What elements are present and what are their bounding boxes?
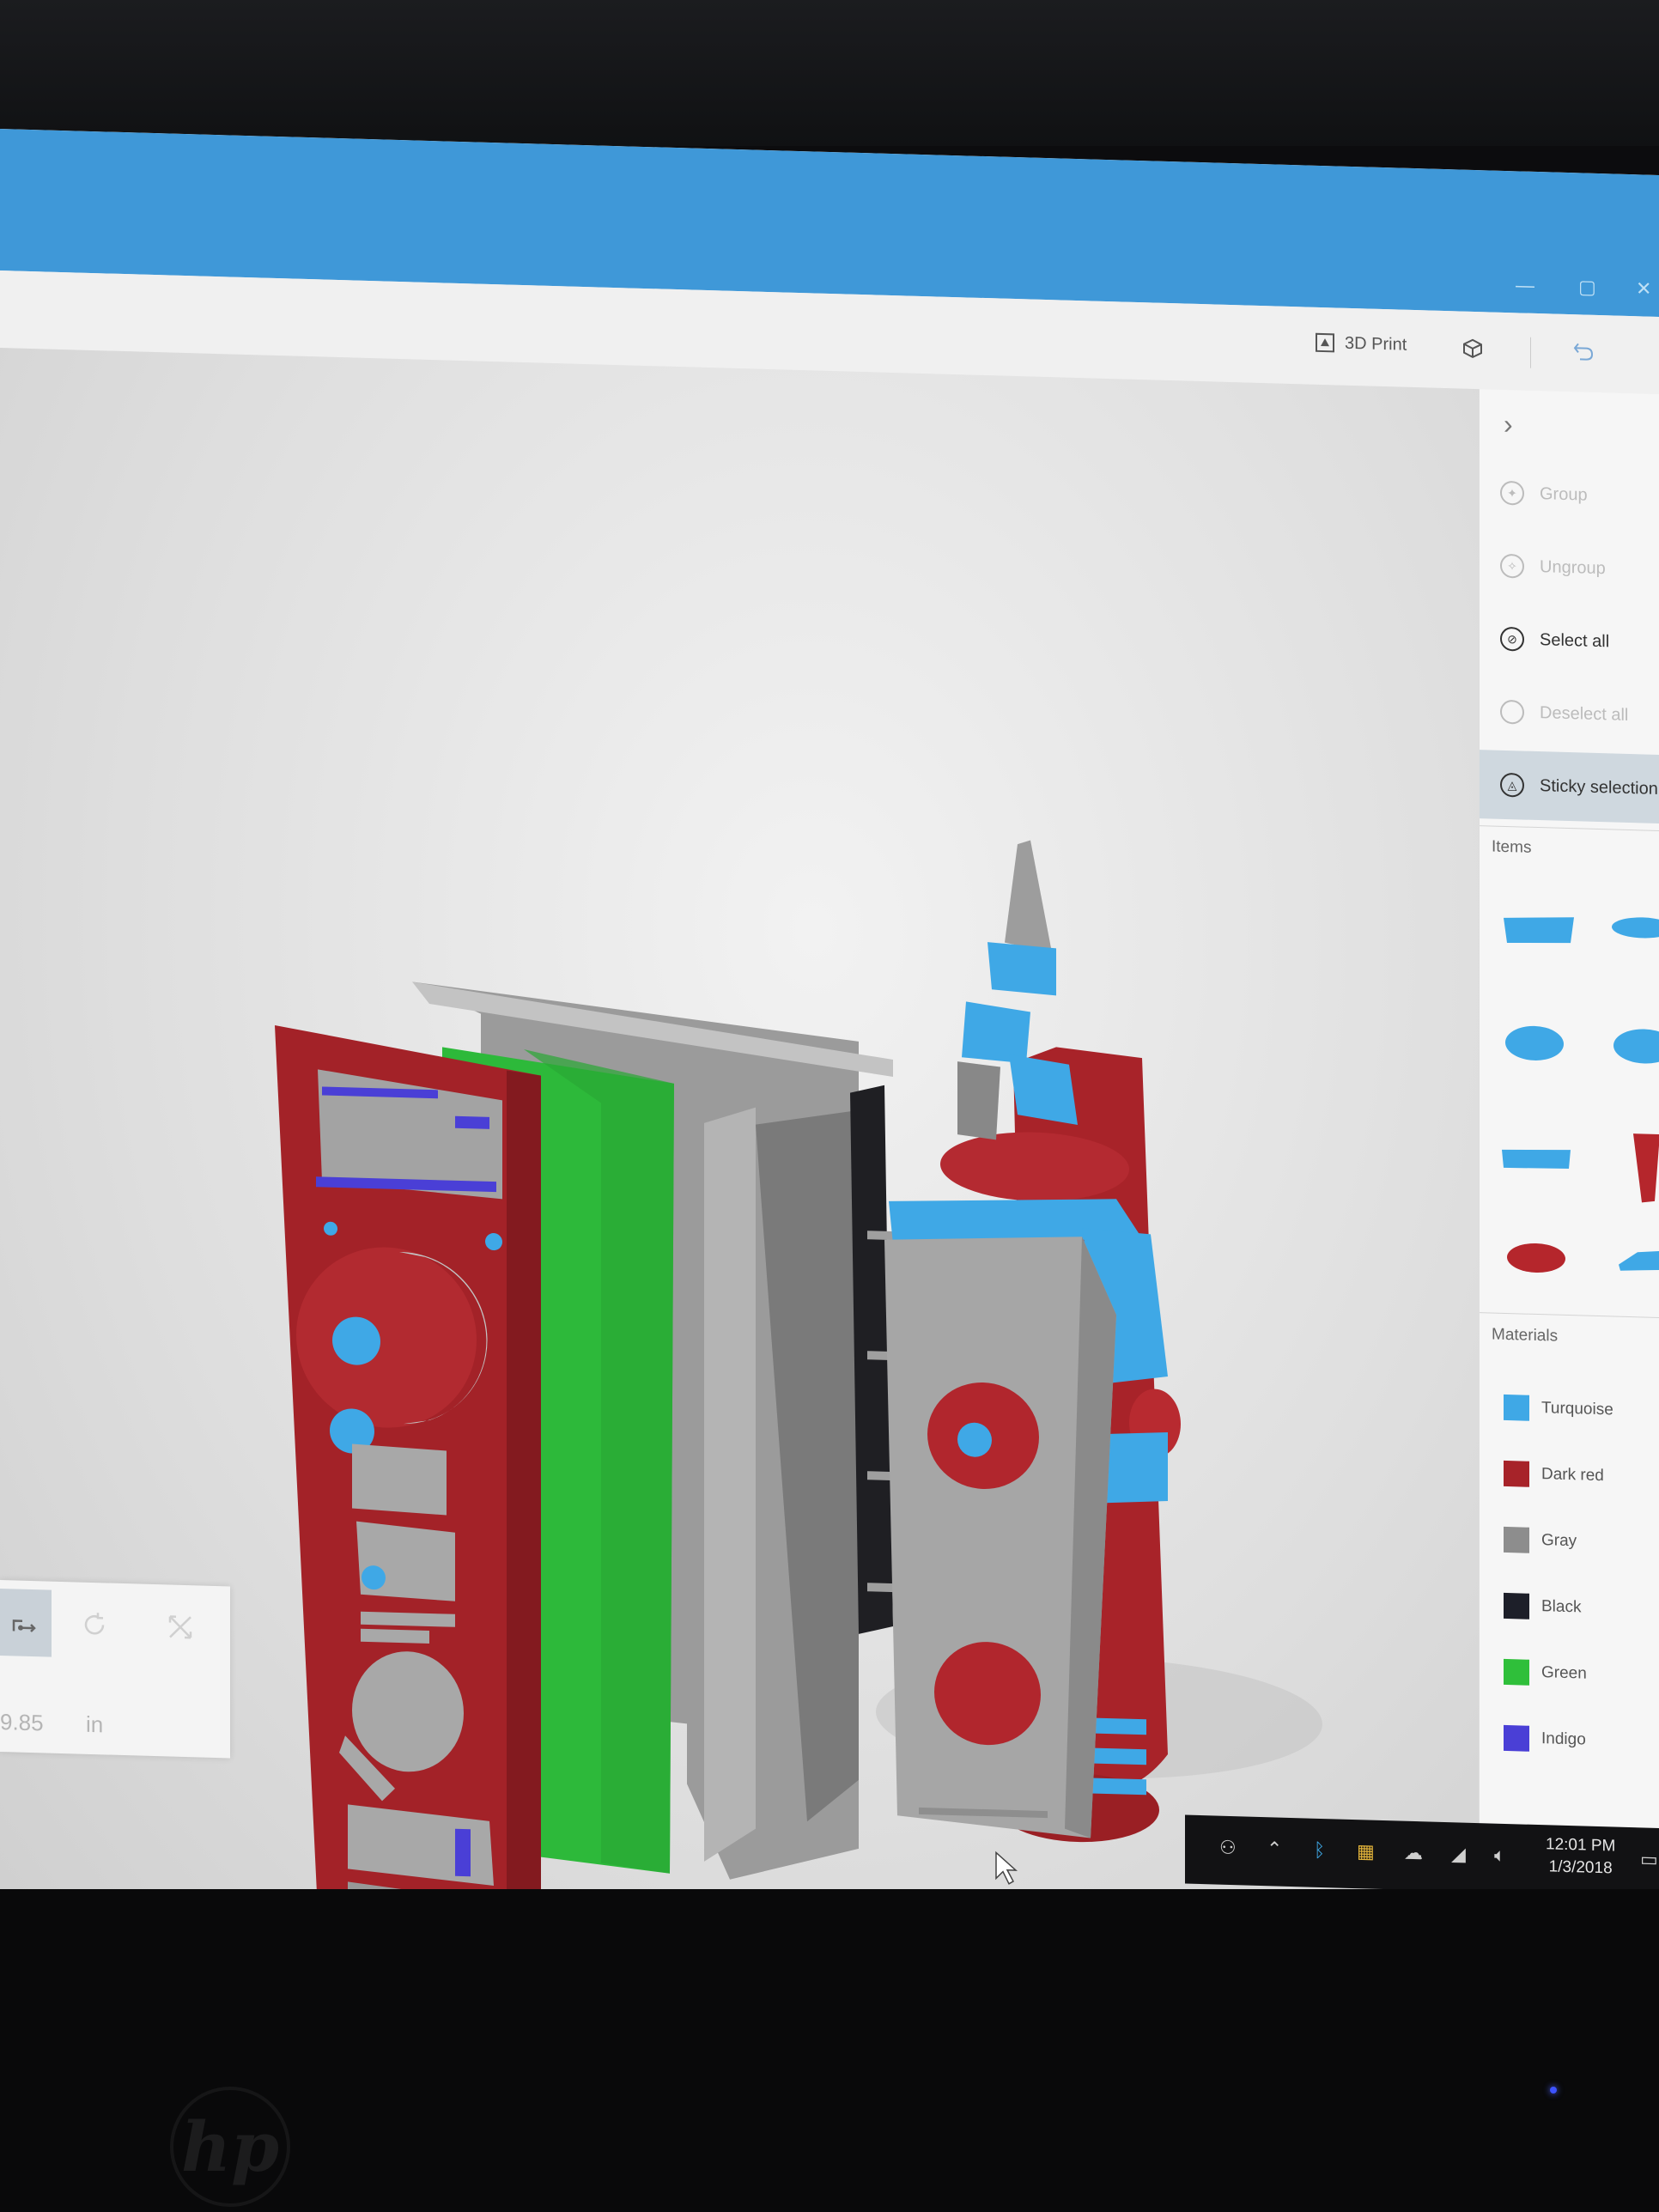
item-wedge[interactable] (1619, 1250, 1659, 1272)
people-icon[interactable]: ⚇ (1219, 1837, 1237, 1860)
3d-print-button[interactable]: 3D Print (1314, 331, 1407, 356)
volume-icon[interactable]: 🔈︎ (1494, 1844, 1505, 1867)
item-ellipse-red[interactable] (1507, 1243, 1565, 1273)
group-icon: ✦ (1500, 480, 1524, 506)
divider (1480, 825, 1659, 831)
item-box-slab[interactable] (1504, 915, 1574, 945)
gray-finger (957, 1061, 1000, 1140)
indigo-bar (455, 1115, 489, 1129)
deselect-all-icon (1500, 699, 1524, 725)
turquoise-swatch (1504, 1394, 1529, 1421)
sticky-selection-icon: ◬ (1500, 772, 1524, 798)
ungroup-icon: ✧ (1500, 553, 1524, 579)
select-all-action[interactable]: ⊘ Select all (1480, 604, 1659, 678)
move-icon (12, 1620, 36, 1632)
sticky-selection-label: Sticky selection (1540, 775, 1658, 799)
material-indigo[interactable]: Indigo (1504, 1721, 1586, 1758)
ungroup-label: Ungroup (1540, 556, 1606, 578)
green-swatch (1504, 1658, 1529, 1686)
select-all-label: Select all (1540, 629, 1610, 651)
rotate-tool-button[interactable] (69, 1590, 120, 1659)
dimension-unit: in (86, 1711, 104, 1738)
deselect-all-action[interactable]: Deselect all (1480, 677, 1659, 750)
wifi-icon[interactable]: ◢ (1451, 1843, 1466, 1865)
onedrive-icon[interactable]: ☁ (1404, 1842, 1423, 1865)
turquoise-finger (1009, 1054, 1078, 1126)
collapse-chevron-icon[interactable]: › (1504, 409, 1513, 441)
print-icon (1316, 332, 1334, 353)
turquoise-finger (962, 1001, 1030, 1064)
taskbar: ⚇ ⌃ ᛒ ▦ ☁ ◢ 🔈︎ 12:01 PM 1/3/2018 ▭ (1185, 1814, 1659, 1897)
mixed-reality-icon (1463, 338, 1482, 359)
ungroup-action[interactable]: ✧ Ungroup (1480, 531, 1659, 605)
select-all-icon: ⊘ (1500, 626, 1524, 652)
item-cone-cup[interactable] (1633, 1133, 1659, 1203)
item-flat-bar[interactable] (1502, 1148, 1571, 1170)
toolbar-divider (1530, 337, 1531, 368)
transform-panel: 9.85 in (0, 1580, 230, 1759)
material-label: Turquoise (1541, 1399, 1613, 1419)
item-ellipse[interactable] (1613, 1028, 1659, 1064)
indigo-swatch (1504, 1724, 1529, 1752)
turquoise-finger (988, 942, 1056, 996)
dimension-value[interactable]: 9.85 (0, 1709, 44, 1736)
group-action[interactable]: ✦ Group (1480, 458, 1659, 532)
clock-date: 1/3/2018 (1548, 1857, 1613, 1878)
scale-tool-button[interactable] (155, 1593, 206, 1662)
3d-print-label: 3D Print (1345, 333, 1407, 355)
divider (1480, 1312, 1659, 1318)
notifications-icon[interactable]: ▭ (1640, 1848, 1658, 1871)
materials-heading: Materials (1492, 1325, 1559, 1346)
gray-spike (1005, 840, 1052, 953)
chevron-up-icon[interactable]: ⌃ (1267, 1838, 1282, 1861)
material-label: Indigo (1541, 1729, 1586, 1749)
hp-logo-icon: hp (170, 2087, 290, 2207)
items-grid (1502, 915, 1659, 1273)
gray-slot (361, 1611, 455, 1627)
material-green[interactable]: Green (1504, 1655, 1587, 1692)
undo-button[interactable] (1571, 338, 1604, 363)
maximize-icon[interactable]: ▢ (1578, 276, 1596, 299)
gray-slot (361, 1628, 429, 1644)
rotate-icon (84, 1613, 105, 1635)
material-gray[interactable]: Gray (1504, 1522, 1577, 1559)
items-heading: Items (1492, 837, 1532, 857)
gray-case-rail (704, 1107, 756, 1862)
red-front-panel-edge (507, 1070, 541, 1944)
indigo-switch (455, 1828, 471, 1877)
clock[interactable]: 12:01 PM 1/3/2018 (1546, 1833, 1615, 1880)
app-window: — ▢ ✕ 3D Print › ✦ Group ✧ Ungroup ⊘ Sel… (0, 129, 1659, 1944)
clock-time: 12:01 PM (1546, 1835, 1616, 1856)
material-dark-red[interactable]: Dark red (1504, 1456, 1604, 1493)
dark-red-swatch (1504, 1460, 1529, 1487)
right-side-panel: › ✦ Group ✧ Ungroup ⊘ Select all Deselec… (1479, 389, 1659, 1944)
black-swatch (1504, 1592, 1529, 1620)
close-icon[interactable]: ✕ (1636, 277, 1651, 301)
power-led-icon (1550, 2087, 1557, 2094)
material-label: Gray (1541, 1531, 1577, 1551)
gray-block (356, 1521, 455, 1601)
undo-icon (1573, 343, 1594, 361)
gray-block (352, 1443, 447, 1516)
bluetooth-icon[interactable]: ᛒ (1314, 1839, 1325, 1862)
item-disc[interactable] (1612, 916, 1659, 939)
material-label: Black (1541, 1597, 1582, 1617)
move-tool-button[interactable] (0, 1589, 52, 1657)
material-label: Green (1541, 1663, 1587, 1683)
material-turquoise[interactable]: Turquoise (1504, 1390, 1613, 1428)
mixed-reality-button[interactable] (1460, 335, 1494, 362)
monitor-bezel-top (0, 0, 1659, 146)
material-black[interactable]: Black (1504, 1589, 1581, 1626)
group-label: Group (1540, 483, 1588, 505)
app-tray-icon[interactable]: ▦ (1357, 1840, 1375, 1863)
deselect-all-label: Deselect all (1540, 702, 1629, 725)
material-label: Dark red (1541, 1465, 1604, 1486)
item-ellipse[interactable] (1505, 1025, 1564, 1061)
minimize-icon[interactable]: — (1516, 274, 1534, 297)
sticky-selection-action[interactable]: ◬ Sticky selection (1480, 750, 1659, 823)
gray-swatch (1504, 1526, 1529, 1553)
scale-icon (168, 1615, 192, 1639)
mouse-cursor-icon (995, 1850, 1018, 1885)
